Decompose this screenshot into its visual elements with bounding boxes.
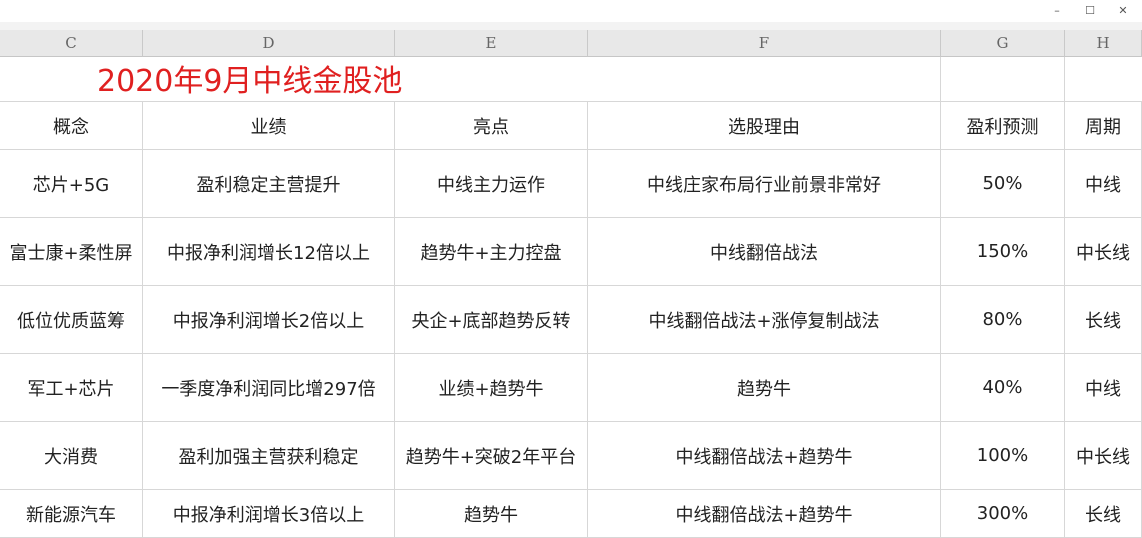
table-cell[interactable]: 80% [941,286,1065,354]
table-cell[interactable]: 趋势牛+突破2年平台 [395,422,588,490]
toolbar-strip [0,22,1142,30]
table-cell[interactable]: 一季度净利润同比增297倍 [143,354,395,422]
table-cell[interactable]: 中线 [1065,354,1142,422]
table-cell[interactable]: 低位优质蓝筹 [0,286,143,354]
table-cell[interactable]: 中线翻倍战法 [588,218,941,286]
table-cell[interactable]: 中线庄家布局行业前景非常好 [588,150,941,218]
table-cell[interactable]: 盈利稳定主营提升 [143,150,395,218]
table-cell[interactable]: 大消费 [0,422,143,490]
header-cell[interactable]: 业绩 [143,102,395,150]
table-cell[interactable]: 芯片+5G [0,150,143,218]
table-cell[interactable]: 长线 [1065,286,1142,354]
column-header-d[interactable]: D [143,30,395,57]
column-header-e[interactable]: E [395,30,588,57]
table-cell[interactable]: 央企+底部趋势反转 [395,286,588,354]
table-cell[interactable]: 长线 [1065,490,1142,538]
minimize-icon[interactable]: – [1042,0,1072,20]
table-cell[interactable]: 中报净利润增长2倍以上 [143,286,395,354]
close-icon[interactable]: ✕ [1108,0,1138,20]
header-cell[interactable]: 亮点 [395,102,588,150]
table-cell[interactable]: 中报净利润增长3倍以上 [143,490,395,538]
grid-line [940,57,941,102]
column-header-h[interactable]: H [1065,30,1142,57]
table-cell[interactable]: 50% [941,150,1065,218]
table-cell[interactable]: 中线翻倍战法+趋势牛 [588,422,941,490]
table-cell[interactable]: 新能源汽车 [0,490,143,538]
table-cell[interactable]: 40% [941,354,1065,422]
header-cell[interactable]: 周期 [1065,102,1142,150]
header-cell[interactable]: 盈利预测 [941,102,1065,150]
table-cell[interactable]: 盈利加强主营获利稳定 [143,422,395,490]
table-cell[interactable]: 中报净利润增长12倍以上 [143,218,395,286]
maximize-icon[interactable]: ☐ [1075,0,1105,20]
table-cell[interactable]: 中长线 [1065,218,1142,286]
table-cell[interactable]: 中线翻倍战法+趋势牛 [588,490,941,538]
table-cell[interactable]: 中线 [1065,150,1142,218]
header-cell[interactable]: 选股理由 [588,102,941,150]
column-header-f[interactable]: F [588,30,941,57]
column-header-g[interactable]: G [941,30,1065,57]
table-cell[interactable]: 军工+芯片 [0,354,143,422]
grid-line [1064,57,1065,102]
header-cell[interactable]: 概念 [0,102,143,150]
table-cell[interactable]: 中线翻倍战法+涨停复制战法 [588,286,941,354]
table-cell[interactable]: 趋势牛+主力控盘 [395,218,588,286]
table-cell[interactable]: 趋势牛 [588,354,941,422]
table-cell[interactable]: 趋势牛 [395,490,588,538]
table-cell[interactable]: 中线主力运作 [395,150,588,218]
table-cell[interactable]: 300% [941,490,1065,538]
table-cell[interactable]: 业绩+趋势牛 [395,354,588,422]
table-cell[interactable]: 富士康+柔性屏 [0,218,143,286]
column-header-c[interactable]: C [0,30,143,57]
table-cell[interactable]: 中长线 [1065,422,1142,490]
sheet-title: 2020年9月中线金股池 [97,64,403,99]
window-titlebar: – ☐ ✕ [0,0,1142,23]
table-cell[interactable]: 150% [941,218,1065,286]
table-cell[interactable]: 100% [941,422,1065,490]
